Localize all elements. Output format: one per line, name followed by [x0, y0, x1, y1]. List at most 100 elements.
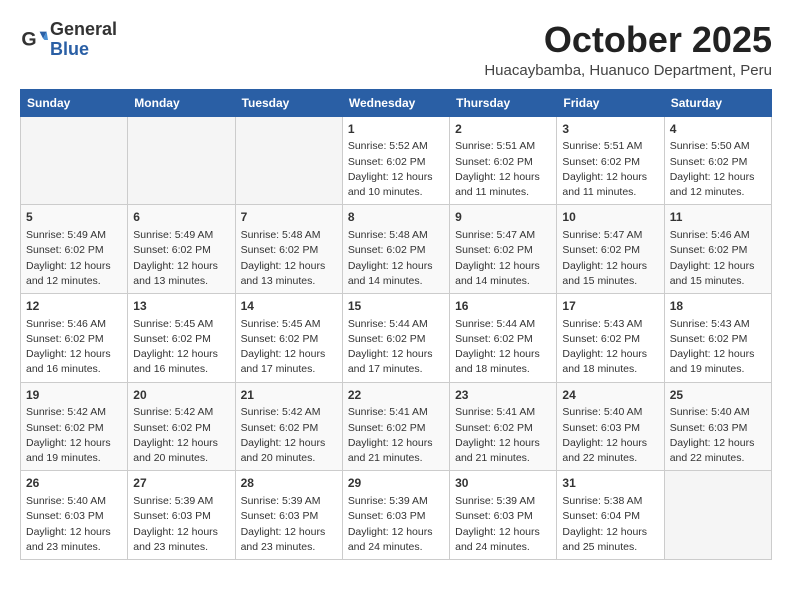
- day-info: Sunrise: 5:49 AMSunset: 6:02 PMDaylight:…: [133, 228, 229, 289]
- daylight-info: Daylight: 12 hours and 14 minutes.: [348, 260, 433, 287]
- day-info: Sunrise: 5:48 AMSunset: 6:02 PMDaylight:…: [348, 228, 444, 289]
- daylight-info: Daylight: 12 hours and 23 minutes.: [241, 526, 326, 553]
- sunrise-info: Sunrise: 5:47 AM: [562, 229, 642, 241]
- day-info: Sunrise: 5:44 AMSunset: 6:02 PMDaylight:…: [348, 317, 444, 378]
- sunrise-info: Sunrise: 5:46 AM: [670, 229, 750, 241]
- day-info: Sunrise: 5:52 AMSunset: 6:02 PMDaylight:…: [348, 139, 444, 200]
- day-info: Sunrise: 5:46 AMSunset: 6:02 PMDaylight:…: [26, 317, 122, 378]
- daylight-info: Daylight: 12 hours and 15 minutes.: [562, 260, 647, 287]
- day-info: Sunrise: 5:38 AMSunset: 6:04 PMDaylight:…: [562, 494, 658, 555]
- sunset-info: Sunset: 6:02 PM: [670, 244, 748, 256]
- sunset-info: Sunset: 6:03 PM: [133, 510, 211, 522]
- sunrise-info: Sunrise: 5:41 AM: [348, 406, 428, 418]
- location-subtitle: Huacaybamba, Huanuco Department, Peru: [484, 62, 772, 79]
- daylight-info: Daylight: 12 hours and 22 minutes.: [670, 437, 755, 464]
- calendar-day-16: 16 Sunrise: 5:44 AMSunset: 6:02 PMDayligh…: [450, 293, 557, 382]
- calendar-day-2: 2Sunrise: 5:51 AMSunset: 6:02 PMDaylight…: [450, 116, 557, 205]
- sunset-info: Sunset: 6:02 PM: [455, 156, 533, 168]
- weekday-header-saturday: Saturday: [664, 89, 771, 116]
- sunset-info: Sunset: 6:02 PM: [455, 333, 533, 345]
- daylight-info: Daylight: 12 hours and 22 minutes.: [562, 437, 647, 464]
- sunrise-info: Sunrise: 5:42 AM: [241, 406, 321, 418]
- day-number: 27: [133, 475, 229, 492]
- sunset-info: Sunset: 6:02 PM: [26, 244, 104, 256]
- day-number: 23: [455, 387, 551, 404]
- day-info: Sunrise: 5:41 AMSunset: 6:02 PMDaylight:…: [348, 405, 444, 466]
- calendar-day-31: 31Sunrise: 5:38 AMSunset: 6:04 PMDayligh…: [557, 471, 664, 560]
- sunset-info: Sunset: 6:03 PM: [241, 510, 319, 522]
- day-info: Sunrise: 5:44 AMSunset: 6:02 PMDaylight:…: [455, 317, 551, 378]
- calendar-day-14: 14Sunrise: 5:45 AMSunset: 6:02 PMDayligh…: [235, 293, 342, 382]
- weekday-header-row: SundayMondayTuesdayWednesdayThursdayFrid…: [21, 89, 772, 116]
- sunrise-info: Sunrise: 5:39 AM: [348, 495, 428, 507]
- sunrise-info: Sunrise: 5:39 AM: [455, 495, 535, 507]
- weekday-header-wednesday: Wednesday: [342, 89, 449, 116]
- sunset-info: Sunset: 6:02 PM: [455, 244, 533, 256]
- calendar-day-17: 17Sunrise: 5:43 AMSunset: 6:02 PMDayligh…: [557, 293, 664, 382]
- sunset-info: Sunset: 6:02 PM: [133, 333, 211, 345]
- calendar-empty-cell: [235, 116, 342, 205]
- sunrise-info: Sunrise: 5:45 AM: [241, 318, 321, 330]
- day-number: 3: [562, 121, 658, 138]
- day-number: 19: [26, 387, 122, 404]
- calendar-week-2: 5 Sunrise: 5:49 AMSunset: 6:02 PMDaylight…: [21, 205, 772, 294]
- daylight-info: Daylight: 12 hours and 10 minutes.: [348, 171, 433, 198]
- sunrise-info: Sunrise: 5:43 AM: [562, 318, 642, 330]
- weekday-header-sunday: Sunday: [21, 89, 128, 116]
- day-number: 5: [26, 209, 122, 226]
- day-number: 26: [26, 475, 122, 492]
- calendar-table: SundayMondayTuesdayWednesdayThursdayFrid…: [20, 89, 772, 560]
- calendar-day-8: 8 Sunrise: 5:48 AMSunset: 6:02 PMDaylight…: [342, 205, 449, 294]
- sunset-info: Sunset: 6:02 PM: [26, 333, 104, 345]
- day-number: 28: [241, 475, 337, 492]
- weekday-header-monday: Monday: [128, 89, 235, 116]
- day-info: Sunrise: 5:43 AMSunset: 6:02 PMDaylight:…: [670, 317, 766, 378]
- sunset-info: Sunset: 6:02 PM: [562, 244, 640, 256]
- logo-text: General Blue: [50, 20, 117, 60]
- sunrise-info: Sunrise: 5:38 AM: [562, 495, 642, 507]
- sunrise-info: Sunrise: 5:48 AM: [348, 229, 428, 241]
- calendar-day-6: 6Sunrise: 5:49 AMSunset: 6:02 PMDaylight…: [128, 205, 235, 294]
- calendar-day-28: 28 Sunrise: 5:39 AMSunset: 6:03 PMDayligh…: [235, 471, 342, 560]
- day-info: Sunrise: 5:39 AMSunset: 6:03 PMDaylight:…: [241, 494, 337, 555]
- header: G General Blue October 2025 Huacaybamba,…: [20, 20, 772, 79]
- day-number: 8: [348, 209, 444, 226]
- sunrise-info: Sunrise: 5:42 AM: [133, 406, 213, 418]
- day-info: Sunrise: 5:39 AMSunset: 6:03 PMDaylight:…: [133, 494, 229, 555]
- day-number: 16: [455, 298, 551, 315]
- day-number: 30: [455, 475, 551, 492]
- sunset-info: Sunset: 6:02 PM: [133, 244, 211, 256]
- daylight-info: Daylight: 12 hours and 12 minutes.: [670, 171, 755, 198]
- sunset-info: Sunset: 6:03 PM: [348, 510, 426, 522]
- day-number: 9: [455, 209, 551, 226]
- day-info: Sunrise: 5:40 AMSunset: 6:03 PMDaylight:…: [670, 405, 766, 466]
- daylight-info: Daylight: 12 hours and 18 minutes.: [455, 348, 540, 375]
- day-info: Sunrise: 5:50 AMSunset: 6:02 PMDaylight:…: [670, 139, 766, 200]
- daylight-info: Daylight: 12 hours and 13 minutes.: [241, 260, 326, 287]
- sunrise-info: Sunrise: 5:44 AM: [348, 318, 428, 330]
- logo: G General Blue: [20, 20, 117, 60]
- day-number: 25: [670, 387, 766, 404]
- day-info: Sunrise: 5:40 AMSunset: 6:03 PMDaylight:…: [562, 405, 658, 466]
- day-number: 29: [348, 475, 444, 492]
- day-number: 10: [562, 209, 658, 226]
- calendar-day-22: 22Sunrise: 5:41 AMSunset: 6:02 PMDayligh…: [342, 382, 449, 471]
- daylight-info: Daylight: 12 hours and 17 minutes.: [241, 348, 326, 375]
- day-number: 7: [241, 209, 337, 226]
- sunset-info: Sunset: 6:02 PM: [348, 156, 426, 168]
- day-info: Sunrise: 5:42 AMSunset: 6:02 PMDaylight:…: [241, 405, 337, 466]
- month-title: October 2025: [484, 20, 772, 60]
- day-info: Sunrise: 5:43 AMSunset: 6:02 PMDaylight:…: [562, 317, 658, 378]
- calendar-day-11: 11Sunrise: 5:46 AMSunset: 6:02 PMDayligh…: [664, 205, 771, 294]
- sunset-info: Sunset: 6:02 PM: [348, 333, 426, 345]
- daylight-info: Daylight: 12 hours and 11 minutes.: [562, 171, 647, 198]
- daylight-info: Daylight: 12 hours and 13 minutes.: [133, 260, 218, 287]
- sunset-info: Sunset: 6:02 PM: [455, 422, 533, 434]
- day-number: 11: [670, 209, 766, 226]
- day-info: Sunrise: 5:39 AMSunset: 6:03 PMDaylight:…: [348, 494, 444, 555]
- calendar-day-4: 4Sunrise: 5:50 AMSunset: 6:02 PMDaylight…: [664, 116, 771, 205]
- title-block: October 2025 Huacaybamba, Huanuco Depart…: [484, 20, 772, 79]
- logo-icon: G: [20, 26, 48, 54]
- day-info: Sunrise: 5:46 AMSunset: 6:02 PMDaylight:…: [670, 228, 766, 289]
- daylight-info: Daylight: 12 hours and 24 minutes.: [455, 526, 540, 553]
